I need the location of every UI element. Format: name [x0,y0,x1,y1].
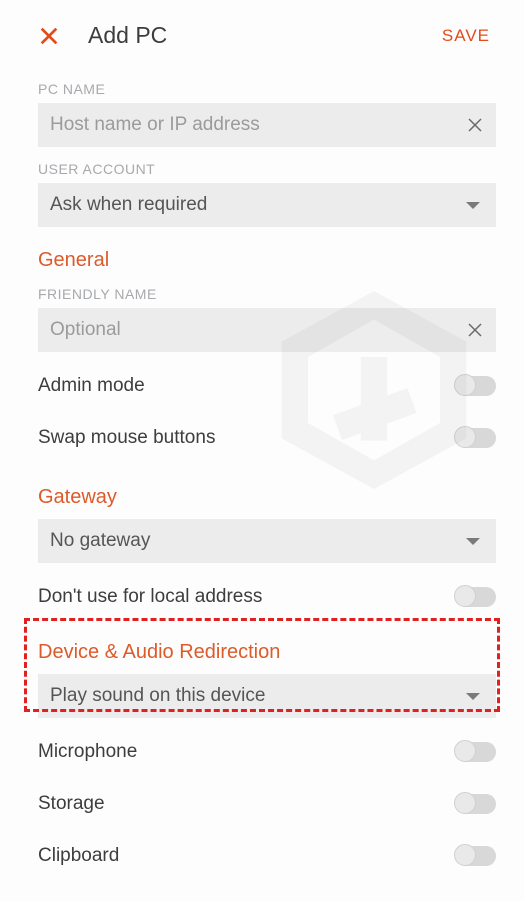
gateway-dropdown[interactable]: No gateway [38,519,496,563]
page-title: Add PC [88,22,442,49]
general-header: General [38,249,496,272]
clipboard-toggle[interactable] [456,846,496,866]
clipboard-label: Clipboard [38,845,456,867]
close-icon[interactable] [38,25,60,47]
user-account-value: Ask when required [50,194,466,216]
device-audio-header: Device & Audio Redirection [38,641,496,664]
microphone-row: Microphone [38,726,496,778]
gateway-value: No gateway [50,530,466,552]
pc-name-placeholder: Host name or IP address [50,114,466,136]
swap-mouse-toggle[interactable] [456,428,496,448]
user-account-label: USER ACCOUNT [38,161,496,177]
admin-mode-row: Admin mode [38,360,496,412]
friendly-name-label: FRIENDLY NAME [38,286,496,302]
admin-mode-toggle[interactable] [456,376,496,396]
storage-row: Storage [38,778,496,830]
save-button[interactable]: SAVE [442,26,490,46]
no-local-row: Don't use for local address [38,571,496,623]
clear-icon[interactable] [466,116,484,134]
pc-name-label: PC NAME [38,81,496,97]
no-local-label: Don't use for local address [38,586,456,608]
microphone-toggle[interactable] [456,742,496,762]
chevron-down-icon [466,202,480,209]
chevron-down-icon [466,538,480,545]
storage-toggle[interactable] [456,794,496,814]
user-account-dropdown[interactable]: Ask when required [38,183,496,227]
sound-dropdown[interactable]: Play sound on this device [38,674,496,718]
chevron-down-icon [466,693,480,700]
header-bar: Add PC SAVE [38,0,496,67]
pc-name-input[interactable]: Host name or IP address [38,103,496,147]
friendly-name-placeholder: Optional [50,319,466,341]
gateway-header: Gateway [38,486,496,509]
sound-value: Play sound on this device [50,685,466,707]
microphone-label: Microphone [38,741,456,763]
clipboard-row: Clipboard [38,830,496,882]
clear-icon[interactable] [466,321,484,339]
admin-mode-label: Admin mode [38,375,456,397]
friendly-name-input[interactable]: Optional [38,308,496,352]
swap-mouse-label: Swap mouse buttons [38,427,456,449]
no-local-toggle[interactable] [456,587,496,607]
swap-mouse-row: Swap mouse buttons [38,412,496,464]
storage-label: Storage [38,793,456,815]
